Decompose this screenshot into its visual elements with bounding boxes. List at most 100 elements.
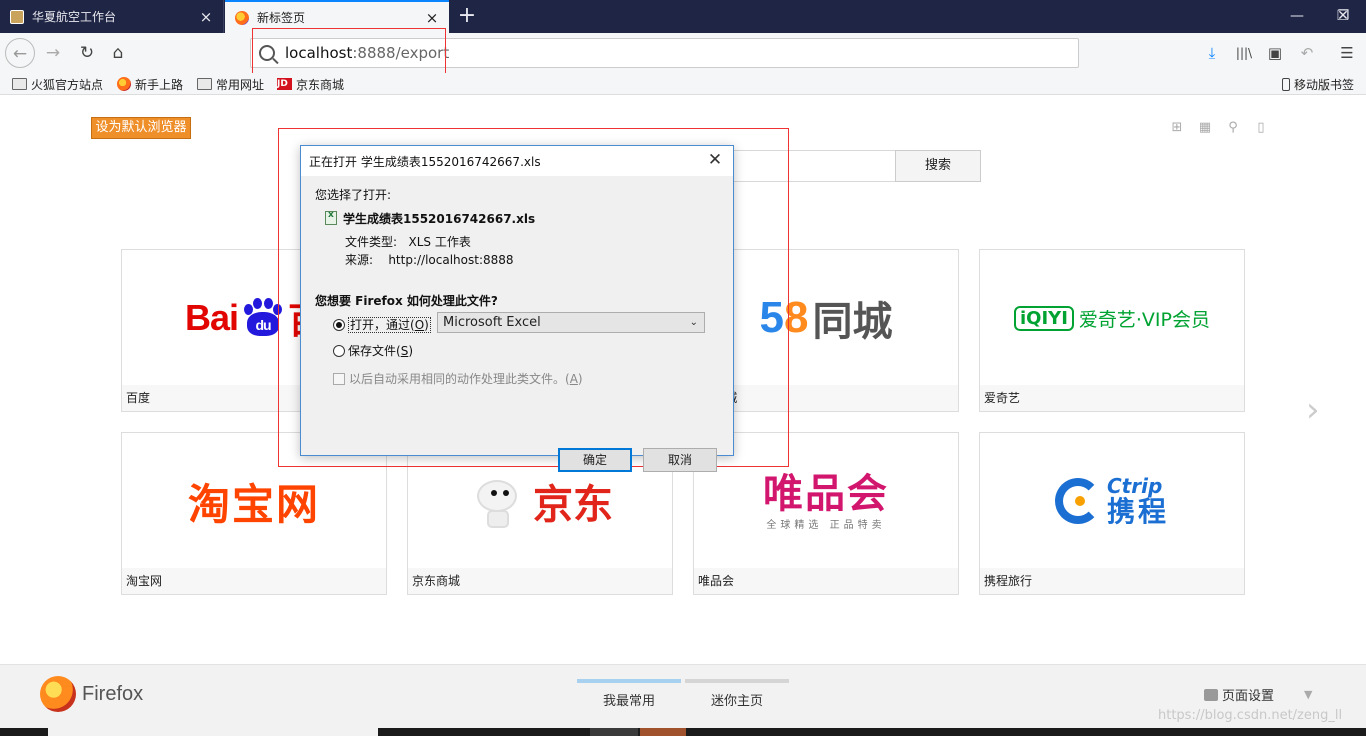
checkbox[interactable]	[333, 373, 345, 385]
bookmark-firefox-official[interactable]: 火狐官方站点	[12, 75, 103, 93]
navigation-bar: ← → ↻ ⌂ localhost:8888/export ⤓ |||\ ▣ ↶…	[0, 33, 1366, 73]
tab-most-frequent[interactable]: 我最常用	[577, 679, 681, 709]
tab-title: 新标签页	[257, 11, 306, 25]
mobile-icon	[1282, 77, 1290, 91]
baidu-logo-text: Bai	[184, 297, 239, 338]
tile-label: 淘宝网	[122, 568, 386, 594]
taskbar-app[interactable]	[590, 728, 638, 736]
source-row: 来源: http://localhost:8888	[345, 251, 514, 268]
excel-file-icon	[325, 210, 337, 225]
radio-selected[interactable]	[333, 319, 345, 331]
ctrip-logo-zh: 携程	[1106, 495, 1169, 528]
dialog-titlebar: 正在打开 学生成绩表1552016742667.xls ✕	[301, 146, 733, 176]
folder-icon	[12, 78, 27, 90]
auto-action-checkbox[interactable]: 以后自动采用相同的动作处理此类文件。(A)	[333, 370, 583, 387]
file-name: 学生成绩表1552016742667.xls	[325, 210, 535, 227]
tab-bar: 华夏航空工作台 × 新标签页 × + — ❐	[0, 0, 1366, 33]
cancel-button[interactable]: 取消	[643, 448, 717, 472]
chevron-down-icon: ⌄	[689, 317, 698, 328]
application-select[interactable]: Microsoft Excel ⌄	[437, 312, 705, 333]
tile-ctrip[interactable]: Ctrip 携程 携程旅行	[979, 432, 1245, 595]
library-icon[interactable]: |||\	[1229, 38, 1259, 68]
taskbar-search-box[interactable]	[48, 728, 378, 736]
site-favicon-icon	[10, 9, 24, 24]
sidebar-icon[interactable]: ▣	[1260, 38, 1290, 68]
search-button[interactable]: 搜索	[895, 150, 981, 182]
page-settings-label: 页面设置	[1222, 689, 1275, 704]
bookmark-mobile[interactable]: 移动版书签	[1282, 75, 1354, 93]
shirt-icon	[1204, 688, 1218, 701]
firefox-logo-icon	[40, 676, 76, 712]
file-type-label: 文件类型:	[345, 235, 398, 249]
vip-logo-text: 唯品会	[763, 470, 889, 517]
new-tab-button[interactable]: +	[455, 4, 479, 28]
tile-label: 爱奇艺	[980, 385, 1244, 411]
source-value: http://localhost:8888	[388, 253, 514, 267]
tab-mini-homepage[interactable]: 迷你主页	[685, 679, 789, 709]
url-highlight-box	[252, 28, 446, 75]
radio-unselected[interactable]	[333, 345, 345, 357]
tab-huaxia-workbench[interactable]: 华夏航空工作台 ×	[0, 0, 224, 33]
grid-icon[interactable]: ▦	[1198, 121, 1212, 135]
baidu-paw-text: du	[247, 312, 279, 336]
save-file-radio[interactable]: 保存文件(S)	[333, 342, 413, 359]
caret-down-icon: ▼	[1304, 688, 1313, 701]
tile-taobao[interactable]: 淘宝网 淘宝网	[121, 432, 387, 595]
tab-close-icon[interactable]: ×	[425, 9, 439, 27]
menu-icon[interactable]: ☰	[1332, 38, 1362, 68]
page-settings-button[interactable]: 页面设置 ▼	[1204, 685, 1312, 704]
file-name-text: 学生成绩表1552016742667.xls	[343, 212, 536, 226]
wrench-icon[interactable]: ⚲	[1226, 121, 1240, 135]
close-icon[interactable]: ✕	[705, 150, 725, 170]
firefox-icon	[117, 77, 131, 91]
bookmarks-bar: 火狐官方站点 新手上路 常用网址 JD 京东商城 移动版书签	[0, 73, 1366, 95]
ok-button[interactable]: 确定	[558, 448, 632, 472]
tile-vip[interactable]: 唯品会 全球精选 正品特卖 唯品会	[693, 432, 959, 595]
minimize-button[interactable]: —	[1274, 0, 1320, 33]
back-button[interactable]: ←	[5, 38, 35, 68]
tile-iqiyi[interactable]: iQIYI 爱奇艺·VIP会员 爱奇艺	[979, 249, 1245, 412]
downloads-icon[interactable]: ⤓	[1197, 38, 1227, 68]
os-taskbar	[0, 728, 1366, 736]
ctrip-logo-en: Ctrip	[1106, 474, 1163, 498]
bookmark-common-sites[interactable]: 常用网址	[197, 75, 264, 93]
application-select-value: Microsoft Excel	[443, 315, 541, 330]
tile-label: 携程旅行	[980, 568, 1244, 594]
page-icon[interactable]: ▯	[1254, 121, 1268, 135]
forward-button[interactable]: →	[38, 38, 68, 68]
58-digit-5: 5	[759, 293, 784, 342]
open-with-label: 打开，通过(O)	[348, 317, 431, 333]
undo-icon[interactable]: ↶	[1292, 38, 1322, 68]
watermark: https://blog.csdn.net/zeng_ll	[1158, 708, 1343, 723]
search-input[interactable]	[730, 150, 896, 182]
reload-button[interactable]: ↻	[72, 38, 102, 68]
dialog-title: 正在打开 学生成绩表1552016742667.xls	[309, 154, 541, 169]
set-default-browser-button[interactable]: 设为默认浏览器	[91, 117, 191, 139]
firefox-favicon-icon	[235, 10, 249, 25]
taskbar-app-active[interactable]	[640, 728, 686, 736]
close-window-button[interactable]: ✕	[1320, 0, 1366, 33]
open-file-dialog: 正在打开 学生成绩表1552016742667.xls ✕ 您选择了打开: 学生…	[300, 145, 734, 472]
taobao-logo-text: 淘宝网	[187, 479, 320, 529]
jd-icon: JD	[277, 78, 292, 90]
firefox-wordmark: Firefox	[82, 683, 144, 705]
bookmark-label: 常用网址	[216, 77, 265, 92]
tile-jd[interactable]: 京东 京东商城	[407, 432, 673, 595]
file-type-value: XLS 工作表	[408, 235, 471, 249]
tab-close-icon[interactable]: ×	[199, 8, 213, 26]
jd-dog-icon	[467, 474, 523, 528]
58-digit-8: 8	[784, 293, 809, 342]
baidu-paw-icon: du	[240, 298, 286, 338]
bookmark-jd-mall[interactable]: JD 京东商城	[277, 75, 344, 93]
58-logo-text: 同城	[812, 300, 893, 344]
sitemap-icon[interactable]: ⊞	[1170, 121, 1184, 135]
open-with-radio[interactable]: 打开，通过(O)	[333, 316, 431, 333]
tile-label: 京东商城	[408, 568, 672, 594]
chevron-right-icon[interactable]: ›	[1306, 392, 1334, 428]
iqiyi-logo-text: 爱奇艺·VIP会员	[1078, 308, 1210, 331]
tab-title: 华夏航空工作台	[32, 10, 117, 24]
bookmark-label: 京东商城	[296, 77, 345, 92]
save-file-label: 保存文件(S)	[348, 344, 413, 358]
home-button[interactable]: ⌂	[103, 38, 133, 68]
bookmark-getting-started[interactable]: 新手上路	[117, 75, 183, 93]
